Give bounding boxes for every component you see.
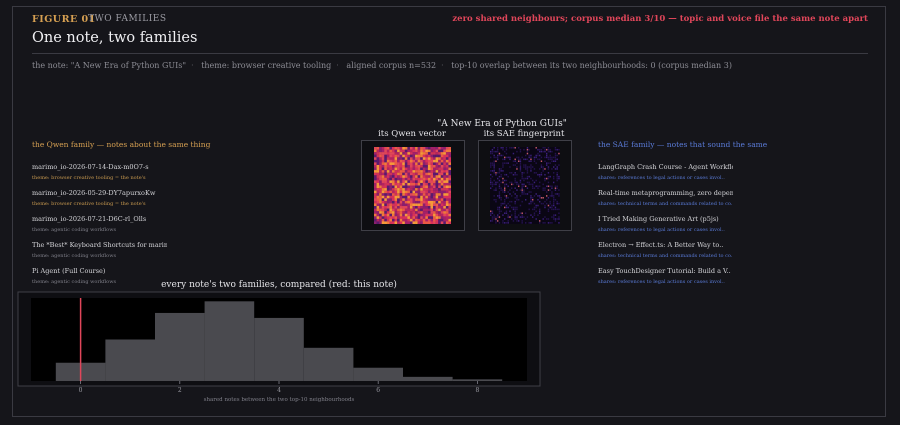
histogram-bar (303, 347, 354, 381)
histogram-bar (155, 312, 205, 381)
histogram-bar (105, 339, 155, 381)
histogram-bar (204, 301, 255, 381)
x-tick-label: 2 (178, 387, 182, 394)
x-tick-label: 8 (475, 387, 479, 394)
x-tick-label: 6 (376, 387, 380, 394)
overlap-histogram: 0 2 4 6 8 shared notes between the two top-1… (17, 291, 541, 403)
histogram-bar (353, 367, 403, 381)
histogram-bar (254, 317, 304, 381)
histogram-bar (403, 376, 453, 381)
x-tick-label: 4 (277, 387, 281, 394)
x-tick-label: 0 (79, 387, 83, 394)
histogram-x-label: shared notes between the two top-10 neig… (204, 397, 355, 403)
histogram-bar (452, 379, 503, 381)
